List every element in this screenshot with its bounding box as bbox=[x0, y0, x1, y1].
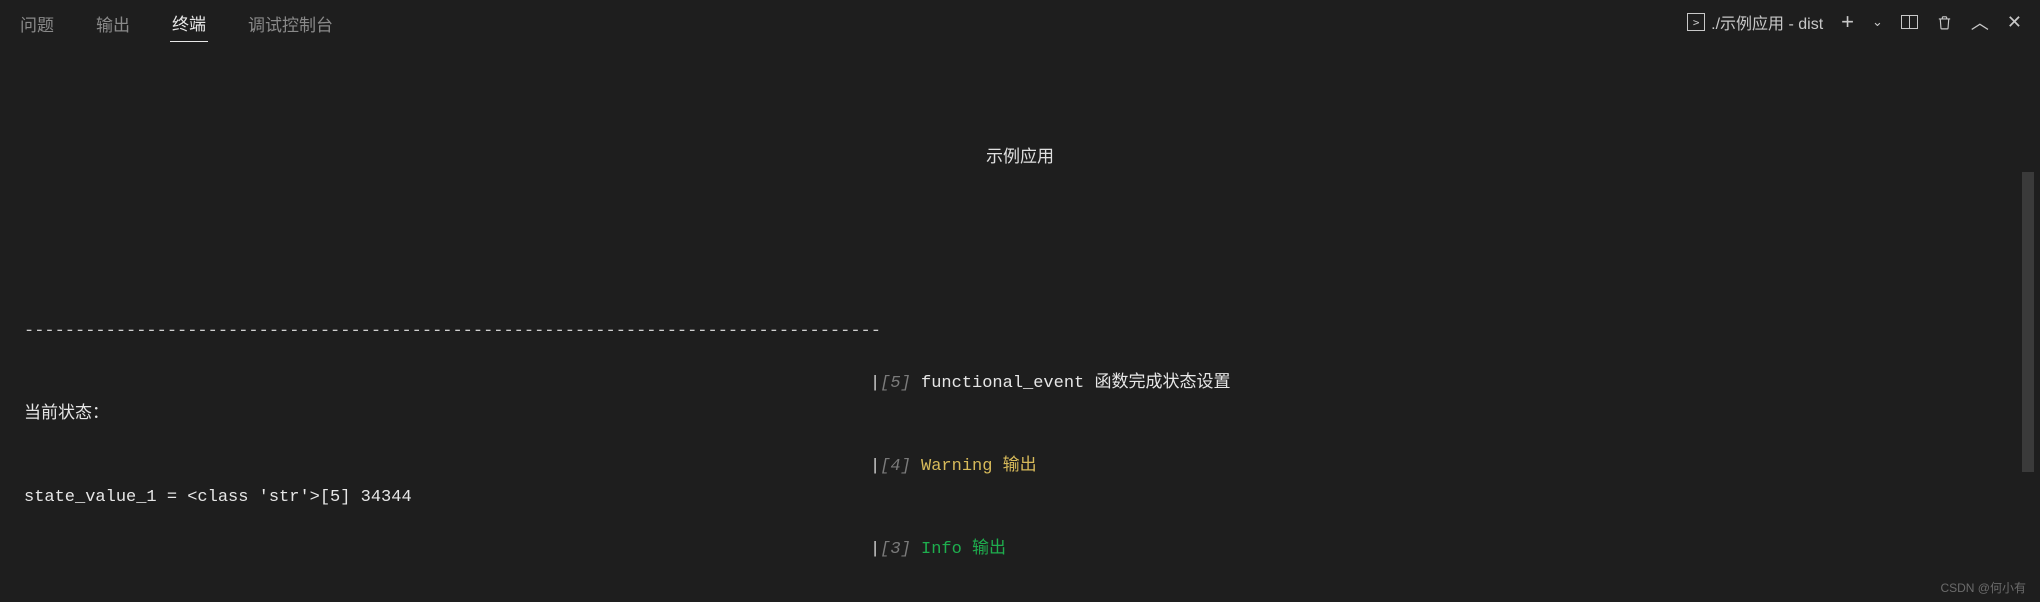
new-terminal-button[interactable]: + bbox=[1841, 9, 1854, 35]
state-header: 当前状态： bbox=[24, 402, 109, 428]
panel-actions: > ./示例应用 - dist + ⌄ ︿ ✕ bbox=[1687, 9, 2022, 35]
split-terminal-button[interactable] bbox=[1901, 15, 1918, 29]
tab-terminal[interactable]: 终端 bbox=[170, 2, 208, 42]
panel-tab-bar: 问题 输出 终端 调试控制台 > ./示例应用 - dist + ⌄ ︿ ✕ bbox=[0, 0, 2040, 44]
app-title: 示例应用 bbox=[0, 146, 2040, 172]
kill-terminal-button[interactable] bbox=[1936, 14, 1953, 31]
close-panel-button[interactable]: ✕ bbox=[2007, 12, 2022, 33]
scrollbar[interactable] bbox=[2022, 172, 2034, 472]
tab-output[interactable]: 输出 bbox=[94, 3, 132, 42]
tab-problems[interactable]: 问题 bbox=[18, 3, 56, 42]
split-icon bbox=[1901, 15, 1918, 29]
divider: ----------------------------------------… bbox=[24, 319, 881, 345]
terminal-icon: > bbox=[1687, 13, 1705, 31]
trash-icon bbox=[1936, 14, 1953, 31]
terminal-selector[interactable]: > ./示例应用 - dist bbox=[1687, 10, 1823, 34]
maximize-panel-button[interactable]: ︿ bbox=[1971, 9, 1989, 35]
terminal-selector-label: ./示例应用 - dist bbox=[1711, 10, 1823, 34]
new-terminal-dropdown[interactable]: ⌄ bbox=[1872, 14, 1883, 30]
state-value: state_value_1 = <class 'str'>[5] 34344 bbox=[24, 485, 412, 511]
watermark: CSDN @何小有 bbox=[1940, 579, 2026, 596]
terminal-output[interactable]: 示例应用 -----------------------------------… bbox=[0, 44, 2040, 602]
tab-debug-console[interactable]: 调试控制台 bbox=[246, 3, 335, 42]
